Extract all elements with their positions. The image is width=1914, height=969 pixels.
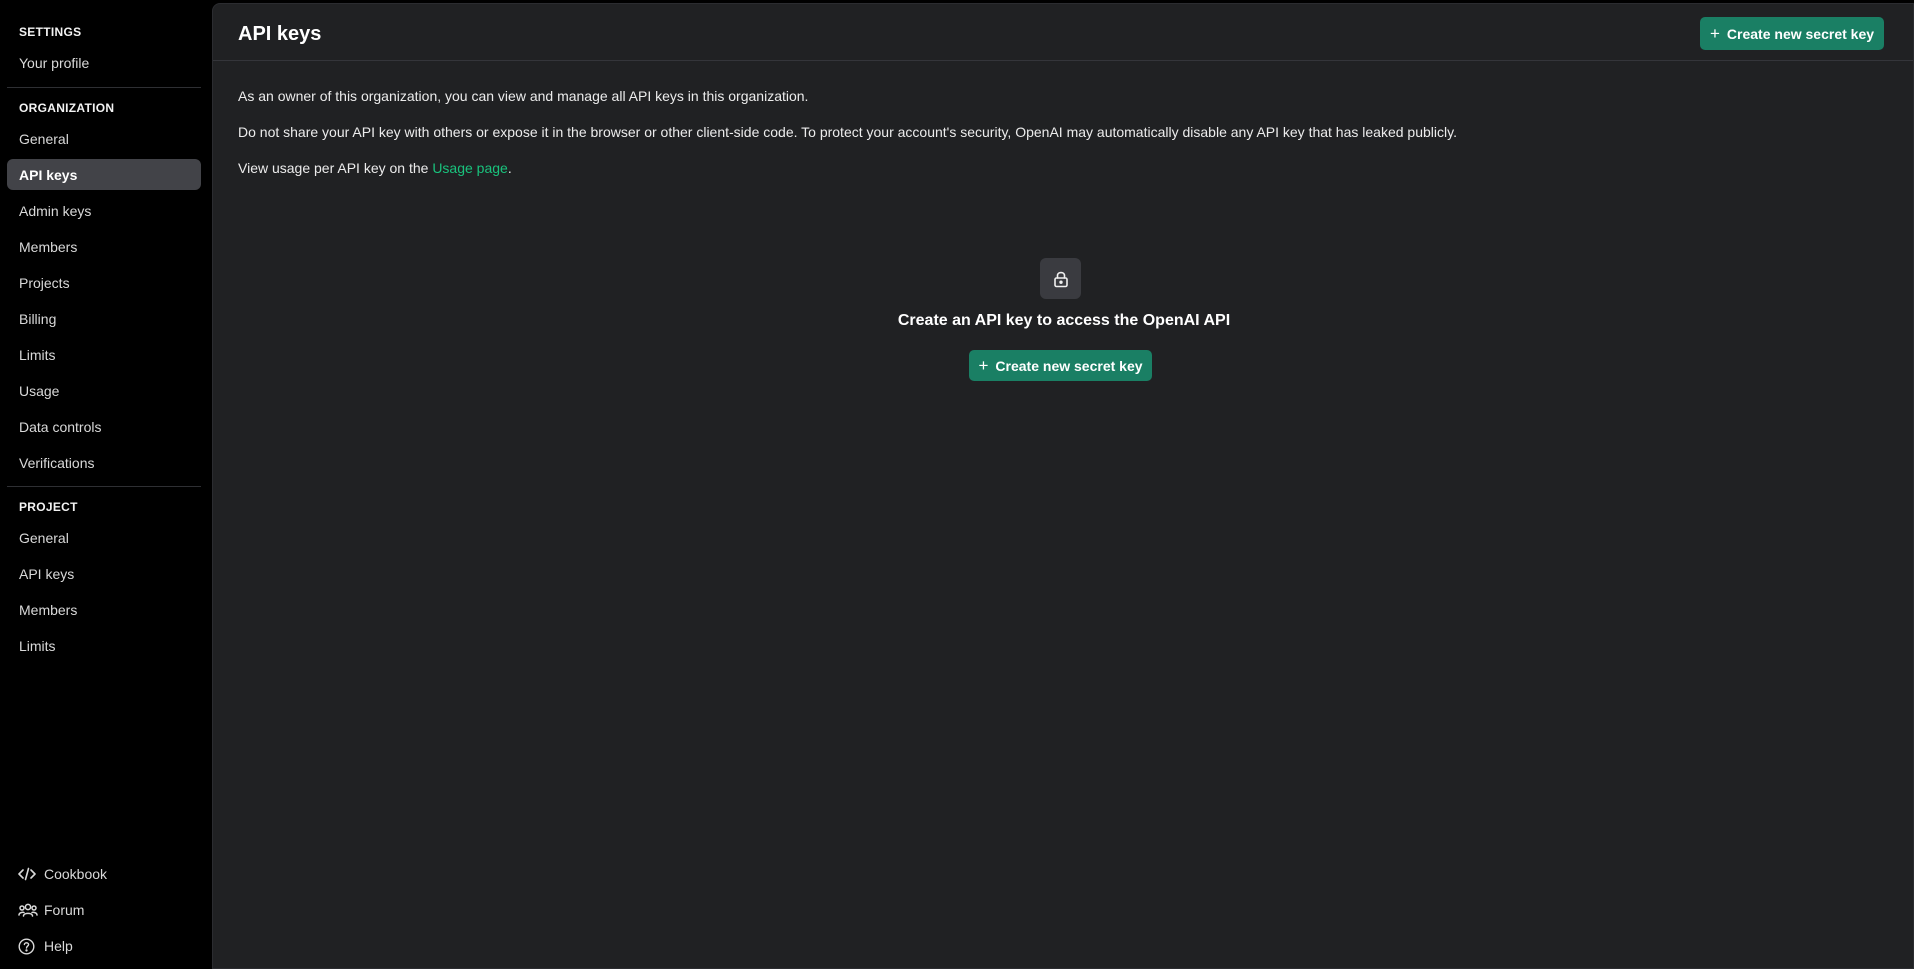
usage-info-text: View usage per API key on the Usage page…: [238, 160, 512, 176]
usage-page-link[interactable]: Usage page: [432, 160, 508, 176]
sidebar-footer-cookbook[interactable]: Cookbook: [7, 859, 201, 889]
sidebar-item-project-general[interactable]: General: [7, 522, 201, 553]
sidebar-item-project-api-keys[interactable]: API keys: [7, 558, 201, 589]
app-root: SETTINGS Your profile ORGANIZATION Gener…: [0, 0, 1914, 969]
sidebar-item-data-controls[interactable]: Data controls: [7, 411, 201, 442]
create-secret-key-label: Create new secret key: [1726, 25, 1875, 42]
project-heading: PROJECT: [19, 500, 78, 514]
main-panel: API keys + Create new secret key As an o…: [212, 3, 1914, 969]
page-header: API keys + Create new secret key: [213, 4, 1913, 61]
owner-info-text: As an owner of this organization, you ca…: [238, 88, 809, 104]
cookbook-label: Cookbook: [44, 866, 108, 882]
organization-heading: ORGANIZATION: [19, 101, 115, 115]
sidebar-item-projects[interactable]: Projects: [7, 267, 201, 298]
plus-icon: +: [1709, 24, 1720, 43]
sidebar-item-billing[interactable]: Billing: [7, 303, 201, 334]
settings-sidebar: SETTINGS Your profile ORGANIZATION Gener…: [0, 0, 212, 969]
help-label: Help: [44, 938, 73, 954]
plus-icon: +: [978, 356, 989, 375]
sidebar-item-org-general[interactable]: General: [7, 123, 201, 154]
sidebar-item-org-limits[interactable]: Limits: [7, 339, 201, 370]
sidebar-item-project-members[interactable]: Members: [7, 594, 201, 625]
code-icon: [18, 864, 38, 884]
security-warning-text: Do not share your API key with others or…: [238, 124, 1457, 140]
sidebar-footer-forum[interactable]: Forum: [7, 895, 201, 925]
forum-label: Forum: [44, 902, 85, 918]
lock-icon: [1040, 258, 1081, 299]
page-title: API keys: [238, 23, 322, 45]
sidebar-item-admin-keys[interactable]: Admin keys: [7, 195, 201, 226]
sidebar-item-org-api-keys[interactable]: API keys: [7, 159, 201, 190]
create-secret-key-center-label: Create new secret key: [995, 357, 1143, 374]
create-secret-key-button[interactable]: + Create new secret key: [1700, 17, 1884, 50]
sidebar-item-usage[interactable]: Usage: [7, 375, 201, 406]
usage-info-prefix: View usage per API key on the: [238, 160, 433, 176]
sidebar-item-verifications[interactable]: Verifications: [7, 447, 201, 478]
question-circle-icon: [18, 936, 38, 956]
sidebar-item-your-profile[interactable]: Your profile: [7, 47, 201, 78]
usage-info-suffix: .: [507, 160, 512, 176]
create-secret-key-button-center[interactable]: + Create new secret key: [969, 350, 1152, 381]
empty-state-title: Create an API key to access the OpenAI A…: [897, 312, 1231, 329]
sidebar-divider: [7, 486, 201, 487]
sidebar-item-org-members[interactable]: Members: [7, 231, 201, 262]
sidebar-divider: [7, 87, 201, 88]
settings-heading: SETTINGS: [19, 25, 82, 39]
users-icon: [18, 900, 38, 920]
sidebar-footer-help[interactable]: Help: [7, 931, 201, 961]
sidebar-item-project-limits[interactable]: Limits: [7, 630, 201, 661]
